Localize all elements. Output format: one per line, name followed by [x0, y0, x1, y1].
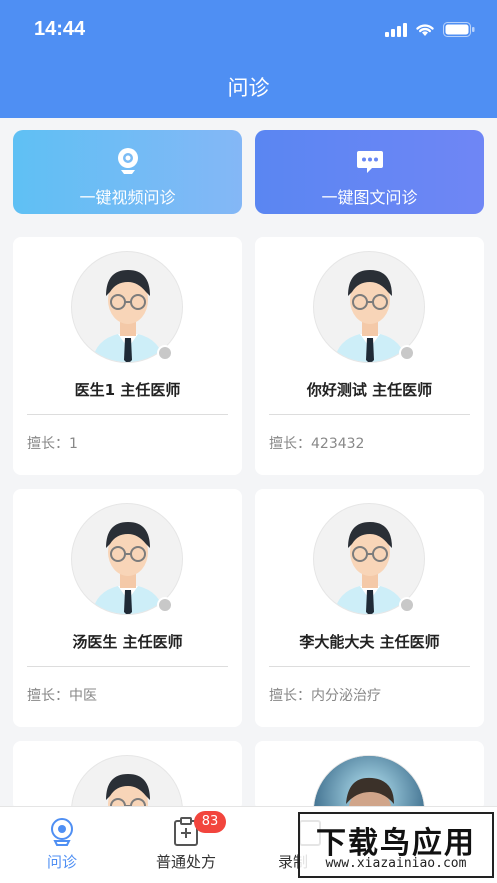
signal-icon [385, 22, 407, 37]
doctor-name: 医生1 主任医师 [74, 381, 181, 399]
status-time: 14:44 [34, 18, 86, 40]
doctor-card[interactable] [255, 741, 484, 811]
doctor-name: 你好测试 主任医师 [306, 381, 433, 399]
doctor-specialty: 擅长：423432 [269, 436, 365, 452]
doctor-avatar [71, 755, 183, 811]
doctor-specialty: 擅长：中医 [27, 688, 97, 704]
doctor-card[interactable] [13, 741, 242, 811]
text-consult-label: 一键图文问诊 [321, 188, 418, 207]
prescription-badge: 83 [194, 811, 226, 833]
watermark-url: www.xiazainiao.com [325, 856, 467, 871]
battery-icon [443, 22, 475, 37]
doctor-name: 汤医生 主任医师 [72, 633, 183, 651]
doctor-card[interactable]: 李大能大夫 主任医师 擅长：内分泌治疗 [255, 489, 484, 727]
card-divider [269, 414, 470, 415]
status-dot [399, 345, 415, 361]
video-consult-button[interactable]: 一键视频问诊 [13, 130, 242, 214]
status-icons [385, 22, 475, 37]
app-header: 14:44 问诊 [0, 0, 497, 118]
video-camera-icon [117, 148, 138, 174]
status-dot [399, 597, 415, 613]
status-dot [157, 345, 173, 361]
text-consult-button[interactable]: 一键图文问诊 [255, 130, 484, 214]
tab-consult-label: 问诊 [46, 853, 77, 871]
doctor-card[interactable]: 医生1 主任医师 擅长：1 [13, 237, 242, 475]
doctor-card[interactable]: 你好测试 主任医师 擅长：423432 [255, 237, 484, 475]
camera-icon [51, 818, 73, 846]
status-dot [157, 597, 173, 613]
watermark-logo: 下载鸟应用 www.xiazainiao.com [298, 812, 494, 878]
doctor-photo [313, 755, 425, 811]
card-divider [27, 666, 228, 667]
doctor-avatar-icon [106, 774, 150, 811]
tab-prescription-label: 普通处方 [155, 853, 216, 871]
doctor-specialty: 擅长：1 [27, 436, 78, 452]
card-divider [27, 414, 228, 415]
doctor-specialty: 擅长：内分泌治疗 [269, 688, 381, 704]
doctor-photo-icon [314, 756, 424, 811]
doctor-card[interactable]: 汤医生 主任医师 擅长：中医 [13, 489, 242, 727]
video-consult-label: 一键视频问诊 [79, 188, 176, 207]
card-divider [269, 666, 470, 667]
tab-prescription[interactable]: 83 普通处方 [124, 807, 248, 883]
tab-consult[interactable]: 问诊 [0, 807, 124, 883]
wifi-icon [416, 24, 434, 36]
doctor-name: 李大能大夫 主任医师 [299, 633, 440, 651]
status-bar: 14:44 [0, 0, 497, 58]
page-title: 问诊 [227, 76, 270, 100]
chat-bubble-icon [356, 151, 383, 173]
